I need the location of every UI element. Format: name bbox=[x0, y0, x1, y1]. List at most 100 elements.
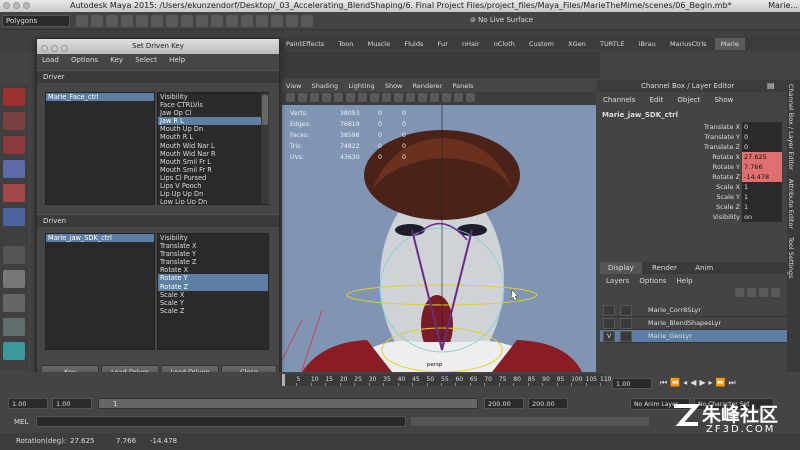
driven-attribute-item[interactable]: Translate Z bbox=[158, 258, 268, 266]
channel-row[interactable]: Translate Y0 bbox=[597, 132, 787, 142]
viewport-menu-item[interactable]: Renderer bbox=[409, 80, 447, 92]
viewport-menu-item[interactable]: Show bbox=[381, 80, 407, 92]
playback-end-field[interactable]: 200.00 bbox=[484, 398, 524, 409]
shelf-tab[interactable]: nHair bbox=[456, 38, 485, 50]
textured-icon[interactable] bbox=[382, 93, 391, 102]
paint-select-tool-icon[interactable] bbox=[3, 136, 25, 154]
driver-object-list[interactable]: Marie_Face_ctrl bbox=[45, 92, 155, 205]
driver-list-scrollbar[interactable] bbox=[261, 93, 269, 204]
channel-row[interactable]: Scale X1 bbox=[597, 182, 787, 192]
dialog-menu-item[interactable]: Key bbox=[105, 54, 128, 66]
driver-attribute-item[interactable]: Mouth Wid Nar R bbox=[158, 150, 268, 158]
bookmark-icon[interactable] bbox=[298, 93, 307, 102]
new-layer-icon[interactable] bbox=[735, 288, 744, 297]
snap-surface-icon[interactable] bbox=[241, 15, 253, 27]
go-to-start-icon[interactable]: ⏮ bbox=[660, 378, 670, 387]
wireframe-icon[interactable] bbox=[358, 93, 367, 102]
window-controls[interactable] bbox=[0, 2, 30, 11]
viewport-menu-item[interactable]: Panels bbox=[449, 80, 478, 92]
driver-attribute-item[interactable]: Visibility bbox=[158, 93, 268, 101]
layer-visibility-toggle[interactable] bbox=[603, 305, 615, 316]
driver-attribute-item[interactable]: Mouth Smil Fr L bbox=[158, 158, 268, 166]
shelf-tab[interactable]: iBrau bbox=[633, 38, 662, 50]
driver-object-item[interactable]: Marie_Face_ctrl bbox=[46, 93, 154, 102]
ambient-occlusion-icon[interactable] bbox=[442, 93, 451, 102]
layout-four-icon[interactable] bbox=[3, 294, 25, 312]
driver-attribute-item[interactable]: Lips V Pooch bbox=[158, 182, 268, 190]
lasso-tool-icon[interactable] bbox=[3, 112, 25, 130]
dialog-window-controls[interactable] bbox=[41, 43, 71, 58]
rotate-tool-icon[interactable] bbox=[3, 184, 25, 202]
channelbox-menu-item[interactable]: Object bbox=[677, 96, 700, 104]
step-back-key-icon[interactable]: ⏪ bbox=[670, 378, 683, 387]
layout-persp-outliner-icon[interactable] bbox=[3, 318, 25, 336]
layer-visibility-toggle[interactable] bbox=[603, 318, 615, 329]
lights-icon[interactable] bbox=[394, 93, 403, 102]
motion-blur-icon[interactable] bbox=[454, 93, 463, 102]
driven-object-item[interactable]: Marie_jaw_SDK_ctrl bbox=[46, 234, 154, 243]
shelf-tab[interactable]: Custom bbox=[523, 38, 560, 50]
dialog-menu-item[interactable]: Select bbox=[130, 54, 162, 66]
driven-attribute-item[interactable]: Visibility bbox=[158, 234, 268, 242]
render-icon[interactable] bbox=[271, 15, 283, 27]
mel-input[interactable] bbox=[36, 416, 406, 427]
go-to-end-icon[interactable]: ⏭ bbox=[728, 378, 738, 387]
layer-row[interactable]: Marie_Corr8SLyr bbox=[600, 304, 787, 317]
shelf-tab[interactable]: XGen bbox=[562, 38, 592, 50]
viewport-menu-item[interactable]: Shading bbox=[308, 80, 342, 92]
driver-attribute-item[interactable]: Lips Cl Pursed bbox=[158, 174, 268, 182]
menu-set-dropdown[interactable]: Polygons bbox=[2, 15, 70, 27]
viewport-menu-item[interactable]: Lighting bbox=[344, 80, 378, 92]
image-plane-icon[interactable] bbox=[310, 93, 319, 102]
hypershade-icon[interactable] bbox=[3, 342, 25, 360]
driver-attribute-item[interactable]: Jaw R L bbox=[158, 117, 268, 126]
antialias-icon[interactable] bbox=[466, 93, 475, 102]
layer-menu-item[interactable]: Layers bbox=[606, 277, 629, 285]
dialog-menu-item[interactable]: Options bbox=[66, 54, 103, 66]
driver-attribute-item[interactable]: Lip Up Up Dn bbox=[158, 190, 268, 198]
layer-display-type-toggle[interactable] bbox=[620, 331, 632, 342]
layout-single-icon[interactable] bbox=[3, 270, 25, 288]
end-time-field[interactable]: 200.00 bbox=[528, 398, 568, 409]
select-by-component-icon[interactable] bbox=[181, 15, 193, 27]
play-forward-icon[interactable]: ▶ bbox=[699, 378, 708, 387]
driven-attribute-item[interactable]: Scale X bbox=[158, 291, 268, 299]
driven-attribute-item[interactable]: Rotate Y bbox=[158, 274, 268, 283]
driver-attribute-item[interactable]: Mouth R L bbox=[158, 133, 268, 141]
shelf-tab[interactable]: Fluids bbox=[398, 38, 429, 50]
channel-row[interactable]: Scale Z1 bbox=[597, 202, 787, 212]
ipr-render-icon[interactable] bbox=[286, 15, 298, 27]
channel-row[interactable]: Rotate Y 7.766 bbox=[597, 162, 787, 172]
xray-icon[interactable] bbox=[418, 93, 427, 102]
channel-value[interactable]: 27.625 bbox=[742, 152, 782, 162]
layer-menu-item[interactable]: Options bbox=[639, 277, 666, 285]
driven-attribute-list[interactable]: Visibility Translate X Translate Y Translat… bbox=[157, 233, 269, 350]
open-scene-icon[interactable] bbox=[91, 15, 103, 27]
smooth-shade-icon[interactable] bbox=[370, 93, 379, 102]
driven-object-list[interactable]: Marie_jaw_SDK_ctrl bbox=[45, 233, 155, 350]
driver-attribute-item[interactable]: Mouth Wid Nar L bbox=[158, 142, 268, 150]
save-scene-icon[interactable] bbox=[106, 15, 118, 27]
shelf-tab[interactable]: TURTLE bbox=[594, 38, 630, 50]
shelf-tab[interactable]: MariusCtrls bbox=[664, 38, 713, 50]
camera-icon[interactable] bbox=[286, 93, 295, 102]
layer-display-type-toggle[interactable] bbox=[620, 305, 632, 316]
side-tab-tool-settings[interactable]: Tool Settings bbox=[787, 233, 795, 282]
new-layer-selected-icon[interactable] bbox=[747, 288, 756, 297]
panel-options-icon[interactable]: ▤ bbox=[767, 81, 775, 90]
layer-tab-display[interactable]: Display bbox=[600, 262, 642, 274]
move-layer-up-icon[interactable] bbox=[759, 288, 768, 297]
channel-value[interactable]: 1 bbox=[742, 202, 782, 212]
channel-row[interactable]: Rotate X 27.625 bbox=[597, 152, 787, 162]
new-scene-icon[interactable] bbox=[76, 15, 88, 27]
driver-scroll-thumb[interactable] bbox=[262, 95, 268, 125]
viewport-menu-item[interactable]: View bbox=[282, 80, 305, 92]
shelf-tab[interactable]: Fur bbox=[432, 38, 454, 50]
history-icon[interactable] bbox=[256, 15, 268, 27]
render-settings-icon[interactable] bbox=[301, 15, 313, 27]
step-forward-key-icon[interactable]: ⏩ bbox=[716, 378, 729, 387]
channel-row[interactable]: Translate X0 bbox=[597, 122, 787, 132]
brush-tool-icon[interactable] bbox=[3, 246, 25, 264]
layer-row[interactable]: Marie_BlendShapesLyr bbox=[600, 317, 787, 330]
layer-visibility-toggle[interactable]: V bbox=[603, 331, 615, 342]
